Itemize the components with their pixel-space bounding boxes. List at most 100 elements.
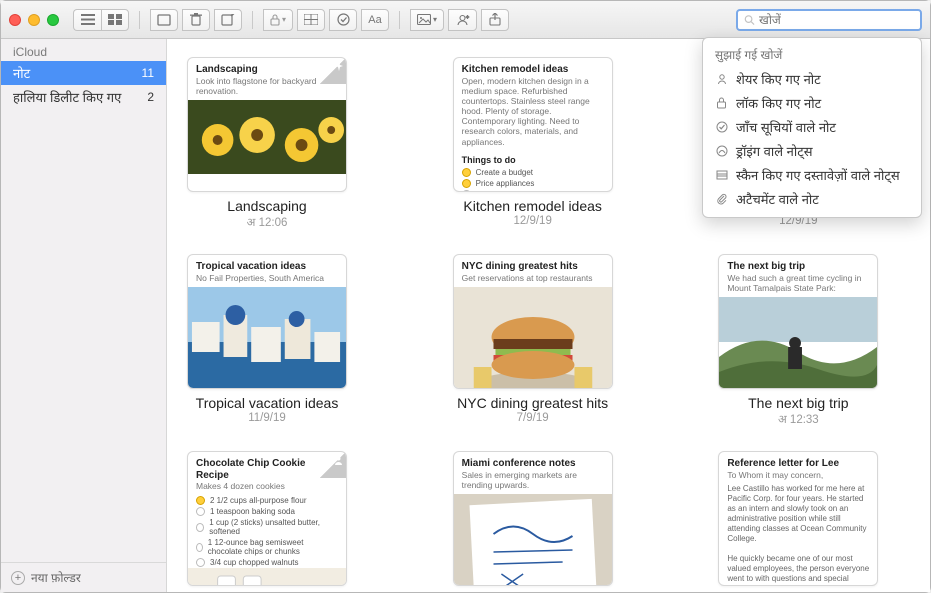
check-icon (462, 190, 471, 192)
thumb-section: Things to do (454, 151, 612, 167)
suggestion-label: शेयर किए गए नोट (736, 70, 821, 88)
note-card[interactable]: Reference letter for LeeTo Whom it may c… (718, 451, 878, 592)
search-input[interactable] (759, 13, 914, 27)
note-date: अ 12:33 (718, 412, 878, 427)
note-card[interactable]: NYC dining greatest hits Get reservations… (453, 254, 613, 427)
thumb-title: Miami conference notes (462, 458, 604, 470)
check-icon (196, 543, 203, 552)
close-window-button[interactable] (9, 14, 21, 26)
sidebar-item-label: हालिया डिलीट किए गए (13, 88, 121, 106)
check-icon (196, 523, 204, 532)
share-button[interactable] (481, 9, 509, 31)
view-mode-group (73, 9, 129, 31)
suggestion-item[interactable]: लॉक किए गए नोट (703, 91, 921, 115)
thumb-subtitle: Sales in emerging markets are trending u… (462, 470, 604, 490)
search-field[interactable] (736, 9, 922, 31)
note-card[interactable]: Kitchen remodel ideasOpen, modern kitche… (453, 57, 613, 230)
thumb-subtitle: Makes 4 dozen cookies (196, 481, 338, 491)
search-suggestions-popup: सुझाई गई खोजें शेयर किए गए नोटलॉक किए गए… (702, 37, 922, 218)
thumb-title: Tropical vacation ideas (196, 261, 338, 273)
note-card[interactable]: Chocolate Chip Cookie RecipeMakes 4 doze… (187, 451, 347, 592)
minimize-window-button[interactable] (28, 14, 40, 26)
checklist-row: 2 1/2 cups all-purpose flour (188, 495, 346, 506)
toolbar-divider (252, 11, 253, 29)
delete-note-button[interactable] (182, 9, 210, 31)
search-container: सुझाई गई खोजें शेयर किए गए नोटलॉक किए गए… (736, 9, 922, 31)
checklist-row: 1 teaspoon baking soda (188, 506, 346, 517)
attachments-button[interactable] (150, 9, 178, 31)
attachment-icon (715, 192, 728, 205)
sidebar-item-label: नोट (13, 64, 30, 82)
suggestion-label: स्कैन किए गए दस्तावेज़ों वाले नोट्स (736, 166, 900, 184)
check-icon (462, 168, 471, 177)
pin-icon (320, 58, 346, 84)
suggestion-label: लॉक किए गए नोट (736, 94, 821, 112)
suggestion-item[interactable]: जाँच सूचियों वाले नोट (703, 115, 921, 139)
check-icon (196, 507, 205, 516)
sidebar-item-count: 2 (147, 90, 154, 104)
note-thumbnail: Reference letter for LeeTo Whom it may c… (718, 451, 878, 586)
suggestion-item[interactable]: अटैचमेंट वाले नोट (703, 187, 921, 211)
note-title: Landscaping (187, 198, 347, 214)
zoom-window-button[interactable] (47, 14, 59, 26)
note-date: अ 12:06 (187, 215, 347, 230)
toolbar-divider (139, 11, 140, 29)
thumb-subtitle: Look into flagstone for backyard renovat… (196, 76, 338, 96)
new-note-button[interactable] (214, 9, 242, 31)
sidebar-item[interactable]: हालिया डिलीट किए गए 2 (1, 85, 166, 109)
thumb-title: The next big trip (727, 261, 869, 273)
thumb-title: Landscaping (196, 64, 338, 76)
note-card[interactable]: LandscapingLook into flagstone for backy… (187, 57, 347, 230)
thumb-title: Kitchen remodel ideas (462, 64, 604, 76)
check-icon (462, 179, 471, 188)
note-date: 12/9/19 (453, 215, 613, 227)
thumb-subtitle: We had such a great time cycling in Moun… (727, 273, 869, 293)
gallery-view-button[interactable] (101, 9, 129, 31)
suggestion-item[interactable]: ड्रॉइंग वाले नोट्स (703, 139, 921, 163)
checklist-row: Consult with contractor (454, 189, 612, 192)
lock-button[interactable]: ▾ (263, 9, 293, 31)
suggestion-item[interactable]: स्कैन किए गए दस्तावेज़ों वाले नोट्स (703, 163, 921, 187)
check-icon (196, 496, 205, 505)
note-thumbnail: Miami conference notesSales in emerging … (453, 451, 613, 586)
note-date: 7/9/19 (453, 412, 613, 424)
note-title: NYC dining greatest hits (453, 395, 613, 411)
checklist-row: Price appliances (454, 178, 612, 189)
checklist-row: 1 cup (2 sticks) unsalted butter, soften… (188, 517, 346, 537)
note-thumbnail: NYC dining greatest hitsGet reservations… (453, 254, 613, 389)
collaborate-button[interactable] (448, 9, 477, 31)
toolbar-divider (399, 11, 400, 29)
titlebar: ▾ Aa ▾ सुझाई गई खोजें शे (1, 1, 930, 39)
share-icon (715, 72, 728, 85)
thumb-subtitle: Get reservations at top restaurants (462, 273, 604, 283)
suggestion-label: अटैचमेंट वाले नोट (736, 190, 819, 208)
list-view-button[interactable] (73, 9, 101, 31)
thumb-title: Reference letter for Lee (727, 458, 869, 470)
search-icon (744, 14, 755, 26)
note-card[interactable]: Miami conference notesSales in emerging … (453, 451, 613, 592)
format-button[interactable]: Aa (361, 9, 389, 31)
new-folder-label: नया फ़ोल्डर (31, 569, 81, 586)
media-button[interactable]: ▾ (410, 9, 444, 31)
checklist-row: 1 12-ounce bag semisweet chocolate chips… (188, 537, 346, 557)
sidebar-item-count: 11 (142, 66, 154, 80)
thumb-subtitle: No Fail Properties, South America (196, 273, 338, 283)
note-card[interactable]: The next big tripWe had such a great tim… (718, 254, 878, 427)
note-thumbnail: Chocolate Chip Cookie RecipeMakes 4 doze… (187, 451, 347, 586)
note-title: Kitchen remodel ideas (453, 198, 613, 214)
app-window: ▾ Aa ▾ सुझाई गई खोजें शे (0, 0, 931, 593)
table-button[interactable] (297, 9, 325, 31)
window-controls (9, 14, 59, 26)
note-card[interactable]: Tropical vacation ideasNo Fail Propertie… (187, 254, 347, 427)
checklist-button[interactable] (329, 9, 357, 31)
note-thumbnail: The next big tripWe had such a great tim… (718, 254, 878, 389)
sidebar-item[interactable]: नोट 11 (1, 61, 166, 85)
scan-icon (715, 168, 728, 181)
sidebar-section-header: iCloud (1, 39, 166, 61)
suggestion-item[interactable]: शेयर किए गए नोट (703, 67, 921, 91)
new-folder-button[interactable]: + नया फ़ोल्डर (1, 562, 166, 592)
suggestion-label: जाँच सूचियों वाले नोट (736, 118, 836, 136)
suggestion-label: ड्रॉइंग वाले नोट्स (736, 142, 813, 160)
note-title: The next big trip (718, 395, 878, 411)
note-thumbnail: LandscapingLook into flagstone for backy… (187, 57, 347, 192)
